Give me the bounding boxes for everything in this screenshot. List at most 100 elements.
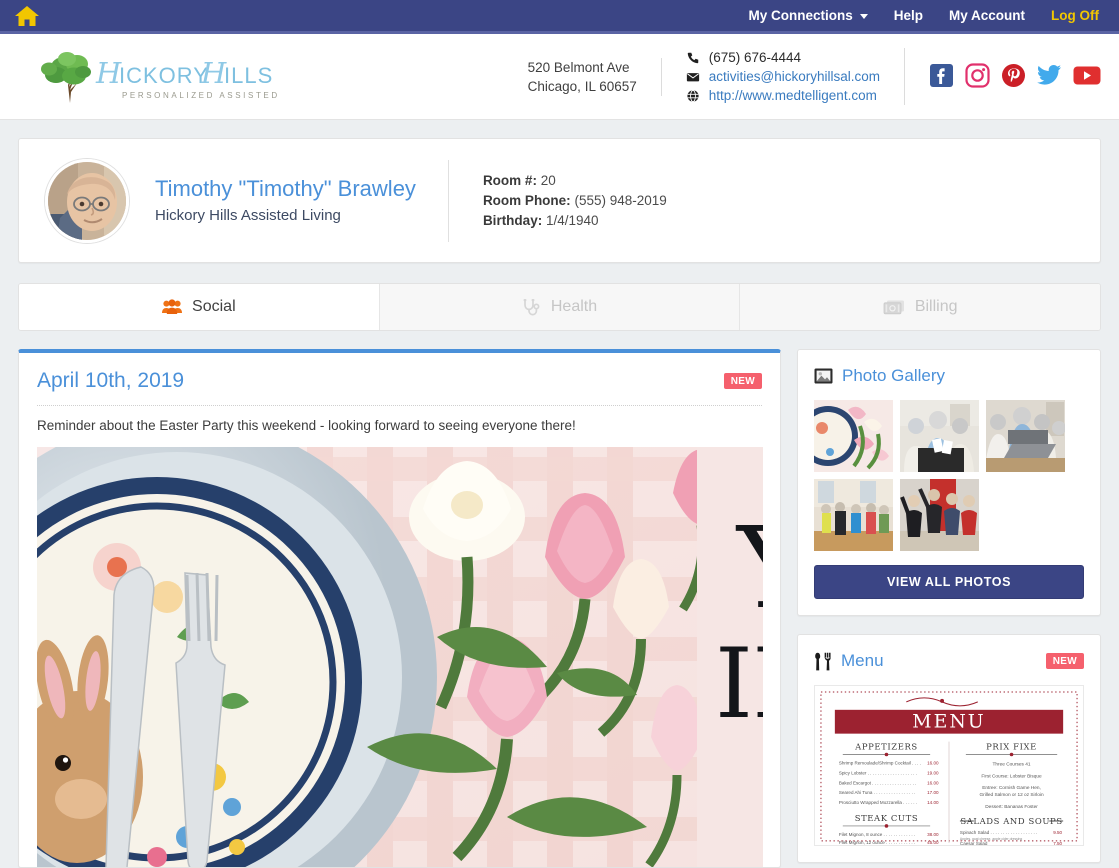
header-contacts: (675) 676-4444 activities@hickoryhillsal… xyxy=(662,48,905,105)
resident-name: Timothy "Timothy" Brawley xyxy=(155,175,416,201)
menu-panel-title: Menu xyxy=(841,651,884,670)
contact-website-row[interactable]: http://www.medtelligent.com xyxy=(686,86,880,105)
nav-my-connections[interactable]: My Connections xyxy=(748,8,868,23)
svg-text:Dessert: Bananas Foster: Dessert: Bananas Foster xyxy=(985,804,1038,810)
globe-icon xyxy=(687,89,699,102)
nav-my-account[interactable]: My Account xyxy=(949,8,1025,23)
users-icon xyxy=(162,299,183,314)
svg-text:Filet Mignon, 8 ounce . . . .: Filet Mignon, 8 ounce . . . . . . . . . … xyxy=(839,832,915,837)
svg-text:SALADS AND SOUPS: SALADS AND SOUPS xyxy=(960,816,1062,826)
nav-help[interactable]: Help xyxy=(894,8,923,23)
stethoscope-icon xyxy=(523,298,540,315)
svg-text:16.00: 16.00 xyxy=(927,780,939,785)
svg-text:Grilled Salmon or 12 oz Sirloi: Grilled Salmon or 12 oz Sirloin xyxy=(979,792,1044,798)
photo-gallery-header: Photo Gallery xyxy=(814,366,1084,386)
post-image[interactable]: Y IN xyxy=(37,447,763,867)
instagram-icon-glyph xyxy=(965,62,990,88)
svg-text:APPETIZERS: APPETIZERS xyxy=(854,742,918,752)
section-tabs: Social Health Billing xyxy=(18,283,1101,331)
svg-text:Shrimp Remoulade/Shrimp Cockta: Shrimp Remoulade/Shrimp Cocktail . . . . xyxy=(839,760,921,765)
resident-birthday-label: Birthday: xyxy=(482,212,543,228)
svg-text:Spicy Lobster . . . . . . . .: Spicy Lobster . . . . . . . . . . . . . … xyxy=(839,770,917,775)
nav-my-connections-label: My Connections xyxy=(748,8,853,23)
svg-text:Caesar Salad: Caesar Salad xyxy=(960,841,988,846)
facebook-icon[interactable] xyxy=(929,63,954,91)
youtube-icon[interactable] xyxy=(1073,65,1101,89)
svg-text:16.00: 16.00 xyxy=(927,760,939,765)
post-image-overlay-text-1: Y xyxy=(735,504,763,634)
pinterest-icon[interactable] xyxy=(1001,63,1026,91)
svg-text:Seared Ahi Tuna . . . . . . .: Seared Ahi Tuna . . . . . . . . . . . . … xyxy=(839,790,916,795)
content-columns: April 10th, 2019 NEW Reminder about the … xyxy=(18,349,1101,868)
svg-text:PERSONALIZED ASSISTED LIVING: PERSONALIZED ASSISTED LIVING xyxy=(122,91,282,100)
home-icon[interactable] xyxy=(14,4,40,28)
twitter-icon[interactable] xyxy=(1037,64,1062,89)
youtube-icon-glyph xyxy=(1073,66,1101,84)
contact-email-text[interactable]: activities@hickoryhillsal.com xyxy=(709,67,880,86)
svg-text:H: H xyxy=(95,56,122,90)
contact-website-text[interactable]: http://www.medtelligent.com xyxy=(709,86,877,105)
phone-icon xyxy=(687,52,698,63)
header-address: 520 Belmont Ave Chicago, IL 60657 xyxy=(528,57,662,96)
envelope-icon xyxy=(686,72,699,81)
menu-image[interactable]: MENU APPETIZERS Shrimp Remoulade/Shrimp … xyxy=(814,685,1084,846)
svg-text:ICKORY: ICKORY xyxy=(119,63,209,88)
svg-text:7.50: 7.50 xyxy=(1053,841,1062,846)
gallery-thumb-3[interactable] xyxy=(986,400,1065,472)
social-links xyxy=(905,62,1101,91)
resident-room-label: Room #: xyxy=(482,172,537,188)
svg-text:Filet Mignon, 12 ounce . . . .: Filet Mignon, 12 ounce . . . . . . . . .… xyxy=(839,840,915,845)
post-header: April 10th, 2019 NEW xyxy=(37,369,762,393)
tab-social[interactable]: Social xyxy=(19,284,380,330)
page-content: Timothy "Timothy" Brawley Hickory Hills … xyxy=(0,138,1119,868)
post-body: April 10th, 2019 NEW Reminder about the … xyxy=(19,353,780,867)
image-icon xyxy=(814,368,833,384)
photo-gallery-title: Photo Gallery xyxy=(842,366,945,385)
view-all-photos-button[interactable]: VIEW ALL PHOTOS xyxy=(814,565,1084,599)
instagram-icon[interactable] xyxy=(965,62,990,91)
menu-panel: Menu NEW MENU APPETIZERS Shrimp Remoulad… xyxy=(797,634,1101,863)
tab-billing[interactable]: Billing xyxy=(740,284,1100,330)
post-date: April 10th, 2019 xyxy=(37,369,185,392)
gallery-thumb-2[interactable] xyxy=(900,400,979,472)
gallery-thumb-4[interactable] xyxy=(814,479,893,551)
avatar[interactable] xyxy=(45,158,129,243)
resident-roomphone-row: Room Phone: (555) 948-2019 xyxy=(483,191,667,211)
tab-health-label: Health xyxy=(550,298,598,315)
gallery-thumb-5[interactable] xyxy=(900,479,979,551)
seniors-at-laptop-thumb-icon xyxy=(986,400,1065,472)
utensils-icon xyxy=(815,652,831,670)
top-nav-links: My Connections Help My Account Log Off xyxy=(748,8,1099,23)
post-text: Reminder about the Easter Party this wee… xyxy=(37,418,576,433)
nav-log-off[interactable]: Log Off xyxy=(1051,8,1099,23)
svg-text:ILLS: ILLS xyxy=(224,63,273,88)
svg-text:45.00: 45.00 xyxy=(927,840,939,845)
tab-social-label: Social xyxy=(192,298,236,315)
tab-health[interactable]: Health xyxy=(379,284,741,330)
nav-my-account-label: My Account xyxy=(949,8,1026,23)
gallery-thumb-1[interactable] xyxy=(814,400,893,472)
svg-text:Three Courses 41: Three Courses 41 xyxy=(993,761,1031,767)
resident-roomphone-label: Room Phone: xyxy=(482,192,571,208)
photo-gallery-panel: Photo Gallery VIEW ALL PHOTOS xyxy=(797,349,1101,616)
svg-text:38.00: 38.00 xyxy=(927,832,939,837)
photo-gallery-title-group: Photo Gallery xyxy=(814,366,945,386)
resident-identity: Timothy "Timothy" Brawley Hickory Hills … xyxy=(155,174,446,228)
seniors-dancing-class-thumb-icon xyxy=(814,479,893,551)
svg-text:19.00: 19.00 xyxy=(927,770,939,775)
post-card: April 10th, 2019 NEW Reminder about the … xyxy=(18,349,781,868)
sidebar-column: Photo Gallery VIEW ALL PHOTOS Menu NEW M… xyxy=(797,349,1101,868)
contact-email-row[interactable]: activities@hickoryhillsal.com xyxy=(686,67,880,86)
resident-birthday-value: 1/4/1940 xyxy=(545,212,599,228)
home-icon-glyph xyxy=(15,5,39,26)
brand-logo[interactable]: H ICKORY H ILLS PERSONALIZED ASSISTED LI… xyxy=(34,45,528,109)
svg-text:Entree: Cornish Game Hen,: Entree: Cornish Game Hen, xyxy=(982,785,1041,791)
money-icon xyxy=(883,300,904,315)
resident-photo-icon xyxy=(48,161,126,240)
divider xyxy=(447,159,449,242)
resident-room-row: Room #: 20 xyxy=(483,171,667,191)
post-image-overlay-text-2: IN xyxy=(715,628,763,740)
menu-image-heading: MENU xyxy=(912,712,985,733)
hickory-hills-logo-icon: H ICKORY H ILLS PERSONALIZED ASSISTED LI… xyxy=(41,51,282,103)
twitter-icon-glyph xyxy=(1037,65,1061,85)
